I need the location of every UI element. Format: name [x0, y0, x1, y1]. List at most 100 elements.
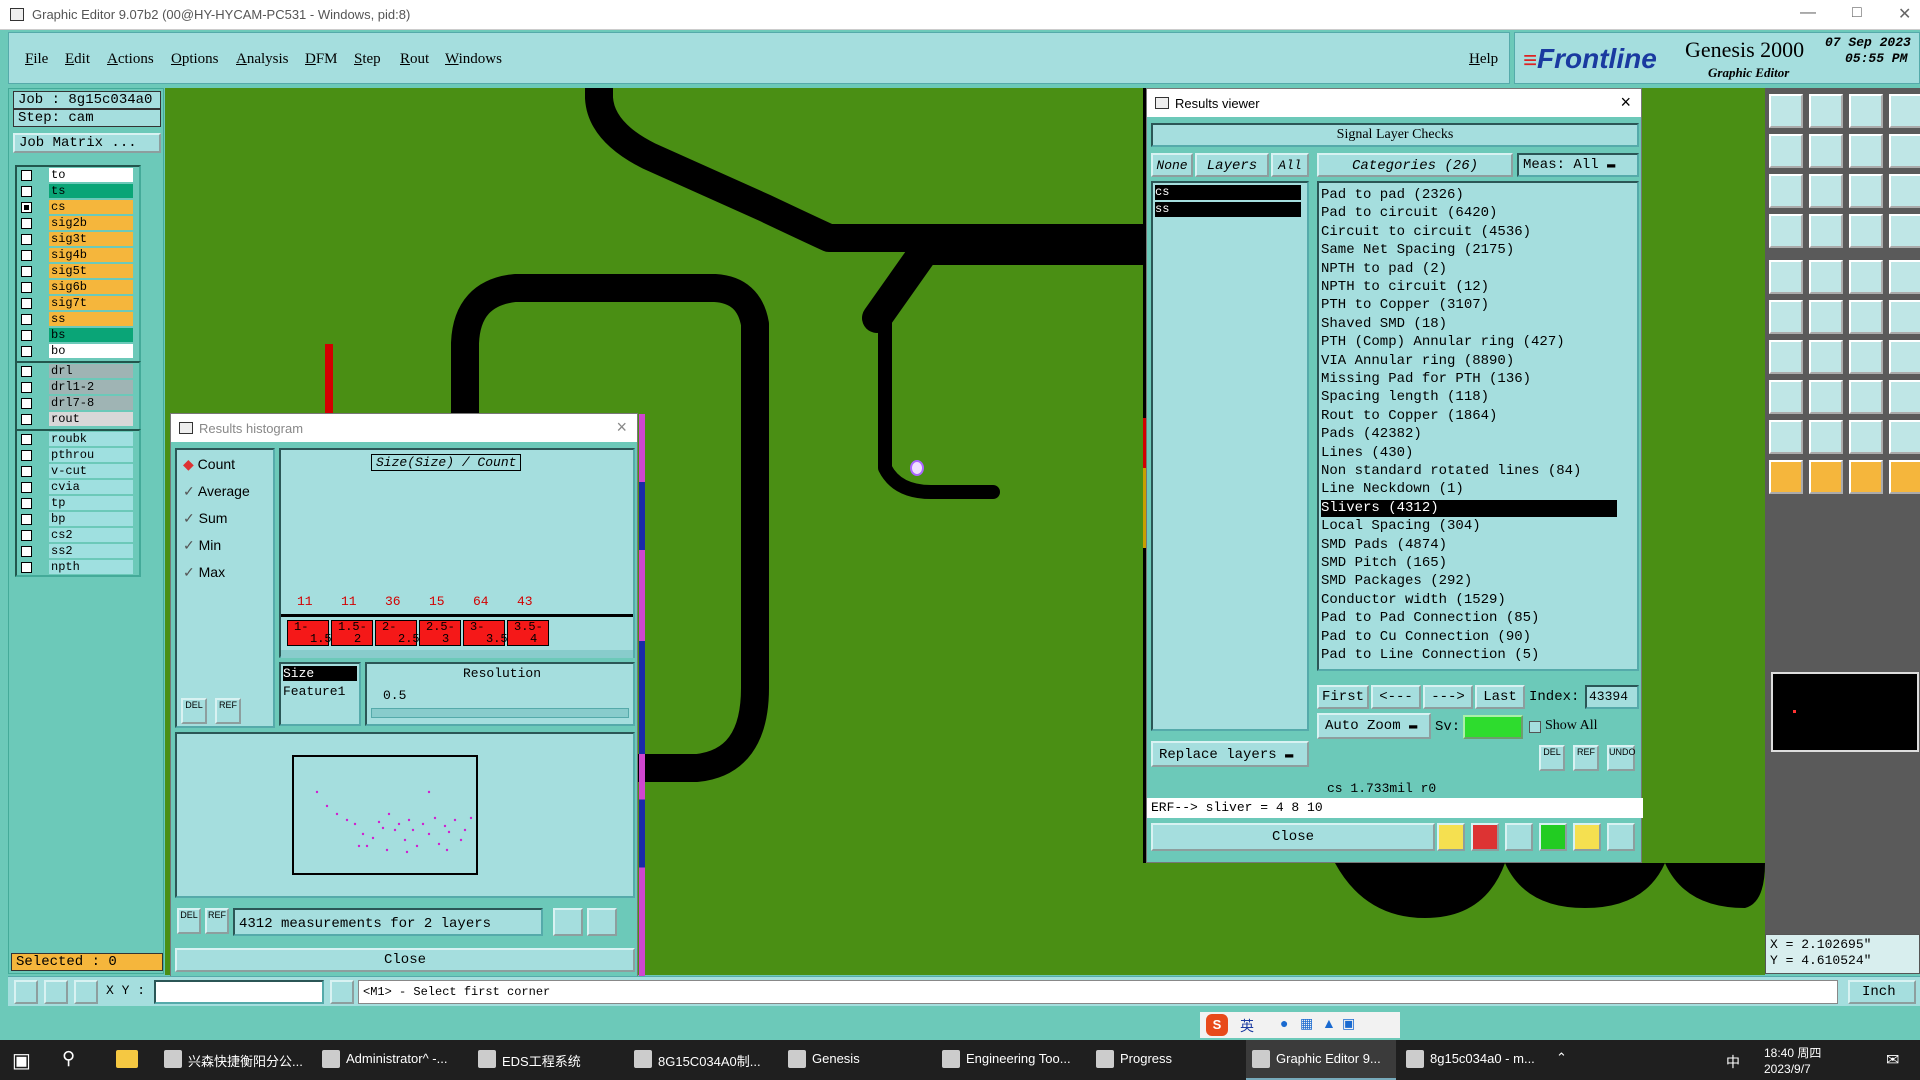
- histogram-bar[interactable]: 1.5- 2: [331, 620, 373, 646]
- taskbar-app-button[interactable]: Administrator^ -...: [316, 1040, 466, 1080]
- start-icon[interactable]: ▣: [12, 1048, 31, 1073]
- menu-windows[interactable]: Windows: [445, 51, 502, 68]
- layer-name[interactable]: bs: [49, 328, 133, 342]
- network-icon[interactable]: [1849, 214, 1883, 248]
- resize-icon[interactable]: [1849, 380, 1883, 414]
- taskbar-app-button[interactable]: 兴森快捷衡阳分公...: [158, 1040, 308, 1080]
- menu-actions[interactable]: Actions: [107, 51, 154, 68]
- category-item[interactable]: Slivers (4312): [1321, 499, 1617, 517]
- toolbox-icon[interactable]: ▣: [1342, 1015, 1355, 1032]
- layer-row[interactable]: sig6b: [17, 279, 139, 295]
- category-item[interactable]: Same Net Spacing (2175): [1321, 242, 1617, 259]
- layer-checkbox[interactable]: [21, 498, 32, 509]
- all-button[interactable]: All: [1271, 153, 1309, 177]
- layer-name[interactable]: sig6b: [49, 280, 133, 294]
- option-sum[interactable]: ✓ Sum: [183, 510, 227, 527]
- anchor-icon[interactable]: [1769, 380, 1803, 414]
- taskbar-app-button[interactable]: Graphic Editor 9...: [1246, 1040, 1396, 1080]
- menu-help[interactable]: Help: [1469, 51, 1498, 68]
- taskbar-app-button[interactable]: Genesis: [782, 1040, 932, 1080]
- histogram-bar[interactable]: 3- 3.5: [463, 620, 508, 646]
- layer-row[interactable]: sig3t: [17, 231, 139, 247]
- skin-icon[interactable]: ▲: [1322, 1015, 1336, 1031]
- snap-icon[interactable]: [14, 980, 38, 1004]
- layer-item-ss[interactable]: ss: [1155, 202, 1301, 217]
- layer-item-cs[interactable]: cs: [1155, 185, 1301, 200]
- layer-row[interactable]: sig7t: [17, 295, 139, 311]
- layer-checkbox[interactable]: [21, 546, 32, 557]
- none-button[interactable]: None: [1151, 153, 1193, 177]
- menu-rout[interactable]: Rout: [400, 51, 429, 68]
- layer-name[interactable]: drl7-8: [49, 396, 133, 410]
- layer-row[interactable]: rout: [17, 411, 139, 427]
- layer-row[interactable]: drl: [17, 363, 139, 379]
- move-icon[interactable]: [1849, 300, 1883, 334]
- layer-checkbox[interactable]: [21, 482, 32, 493]
- job-matrix-button[interactable]: Job Matrix ...: [13, 133, 161, 153]
- layer-row[interactable]: tp: [17, 495, 139, 511]
- category-item[interactable]: Lines (430): [1321, 445, 1617, 462]
- layer-checkbox[interactable]: [21, 514, 32, 525]
- category-item[interactable]: SMD Pads (4874): [1321, 537, 1617, 554]
- layer-name[interactable]: cs: [49, 200, 133, 214]
- chart-icon-button-2[interactable]: [587, 908, 617, 936]
- layer-row[interactable]: sig4b: [17, 247, 139, 263]
- layer-name[interactable]: rout: [49, 412, 133, 426]
- category-item[interactable]: Pad to Pad Connection (85): [1321, 610, 1617, 627]
- bottom-ref-button[interactable]: REF: [205, 908, 229, 934]
- category-item[interactable]: Circuit to circuit (4536): [1321, 224, 1617, 241]
- mini-map[interactable]: [1771, 672, 1919, 752]
- auto-zoom-select[interactable]: Auto Zoom ▬: [1317, 713, 1431, 739]
- category-item[interactable]: Conductor width (1529): [1321, 592, 1617, 609]
- histogram-bar[interactable]: 3.5- 4: [507, 620, 549, 646]
- category-item[interactable]: SMD Pitch (165): [1321, 555, 1617, 572]
- menu-dfm[interactable]: DFM: [305, 51, 338, 68]
- probe-icon[interactable]: [1437, 823, 1465, 851]
- layer-name[interactable]: ts: [49, 184, 133, 198]
- layer-row[interactable]: to: [17, 167, 139, 183]
- rv-ref-button[interactable]: REF: [1573, 745, 1599, 771]
- microphone-icon[interactable]: ●: [1280, 1015, 1288, 1031]
- scale-icon[interactable]: [1849, 174, 1883, 208]
- zoom-in-icon[interactable]: [1889, 134, 1920, 168]
- layer-checkbox[interactable]: [21, 466, 32, 477]
- taskbar-app-button[interactable]: Progress: [1090, 1040, 1240, 1080]
- layer-checkbox[interactable]: [21, 450, 32, 461]
- layer-row[interactable]: cs2: [17, 527, 139, 543]
- layer-row[interactable]: sig2b: [17, 215, 139, 231]
- polygon-icon[interactable]: [1889, 380, 1920, 414]
- category-item[interactable]: NPTH to pad (2): [1321, 261, 1617, 278]
- minus-icon[interactable]: [1809, 380, 1843, 414]
- layer-checkbox[interactable]: [21, 202, 32, 213]
- rv-undo-button[interactable]: UNDO: [1607, 745, 1636, 771]
- layer-checkbox[interactable]: [21, 266, 32, 277]
- option-count[interactable]: ◆ Count: [183, 456, 235, 473]
- layer-row[interactable]: cs: [17, 199, 139, 215]
- paste-icon[interactable]: [1809, 94, 1843, 128]
- draw-arc-icon[interactable]: [1809, 340, 1843, 374]
- category-item[interactable]: PTH (Comp) Annular ring (427): [1321, 334, 1617, 351]
- tray-lang[interactable]: 中: [1726, 1052, 1740, 1072]
- cursor3-icon[interactable]: [1849, 460, 1883, 494]
- layer-name[interactable]: sig4b: [49, 248, 133, 262]
- layer-name[interactable]: sig5t: [49, 264, 133, 278]
- categories-button[interactable]: Categories (26): [1317, 153, 1513, 177]
- layer-name[interactable]: ss2: [49, 544, 133, 558]
- ime-lang[interactable]: 英: [1240, 1016, 1254, 1036]
- layer-row[interactable]: drl1-2: [17, 379, 139, 395]
- layer-name[interactable]: cvia: [49, 480, 133, 494]
- clear-icon[interactable]: [1505, 823, 1533, 851]
- category-item[interactable]: Spacing length (118): [1321, 389, 1617, 406]
- flip-icon[interactable]: [1889, 340, 1920, 374]
- cursor-icon[interactable]: [1769, 460, 1803, 494]
- layer-name[interactable]: sig7t: [49, 296, 133, 310]
- taskbar-app-button[interactable]: Engineering Too...: [936, 1040, 1086, 1080]
- layer-checkbox[interactable]: [21, 382, 32, 393]
- measure-icon[interactable]: [44, 980, 68, 1004]
- cursor4-icon[interactable]: [1889, 460, 1920, 494]
- last-button[interactable]: Last: [1475, 685, 1525, 709]
- layer-row[interactable]: pthrou: [17, 447, 139, 463]
- category-item[interactable]: Missing Pad for PTH (136): [1321, 371, 1617, 388]
- rv-del-button[interactable]: DEL: [1539, 745, 1565, 771]
- layer-row[interactable]: bs: [17, 327, 139, 343]
